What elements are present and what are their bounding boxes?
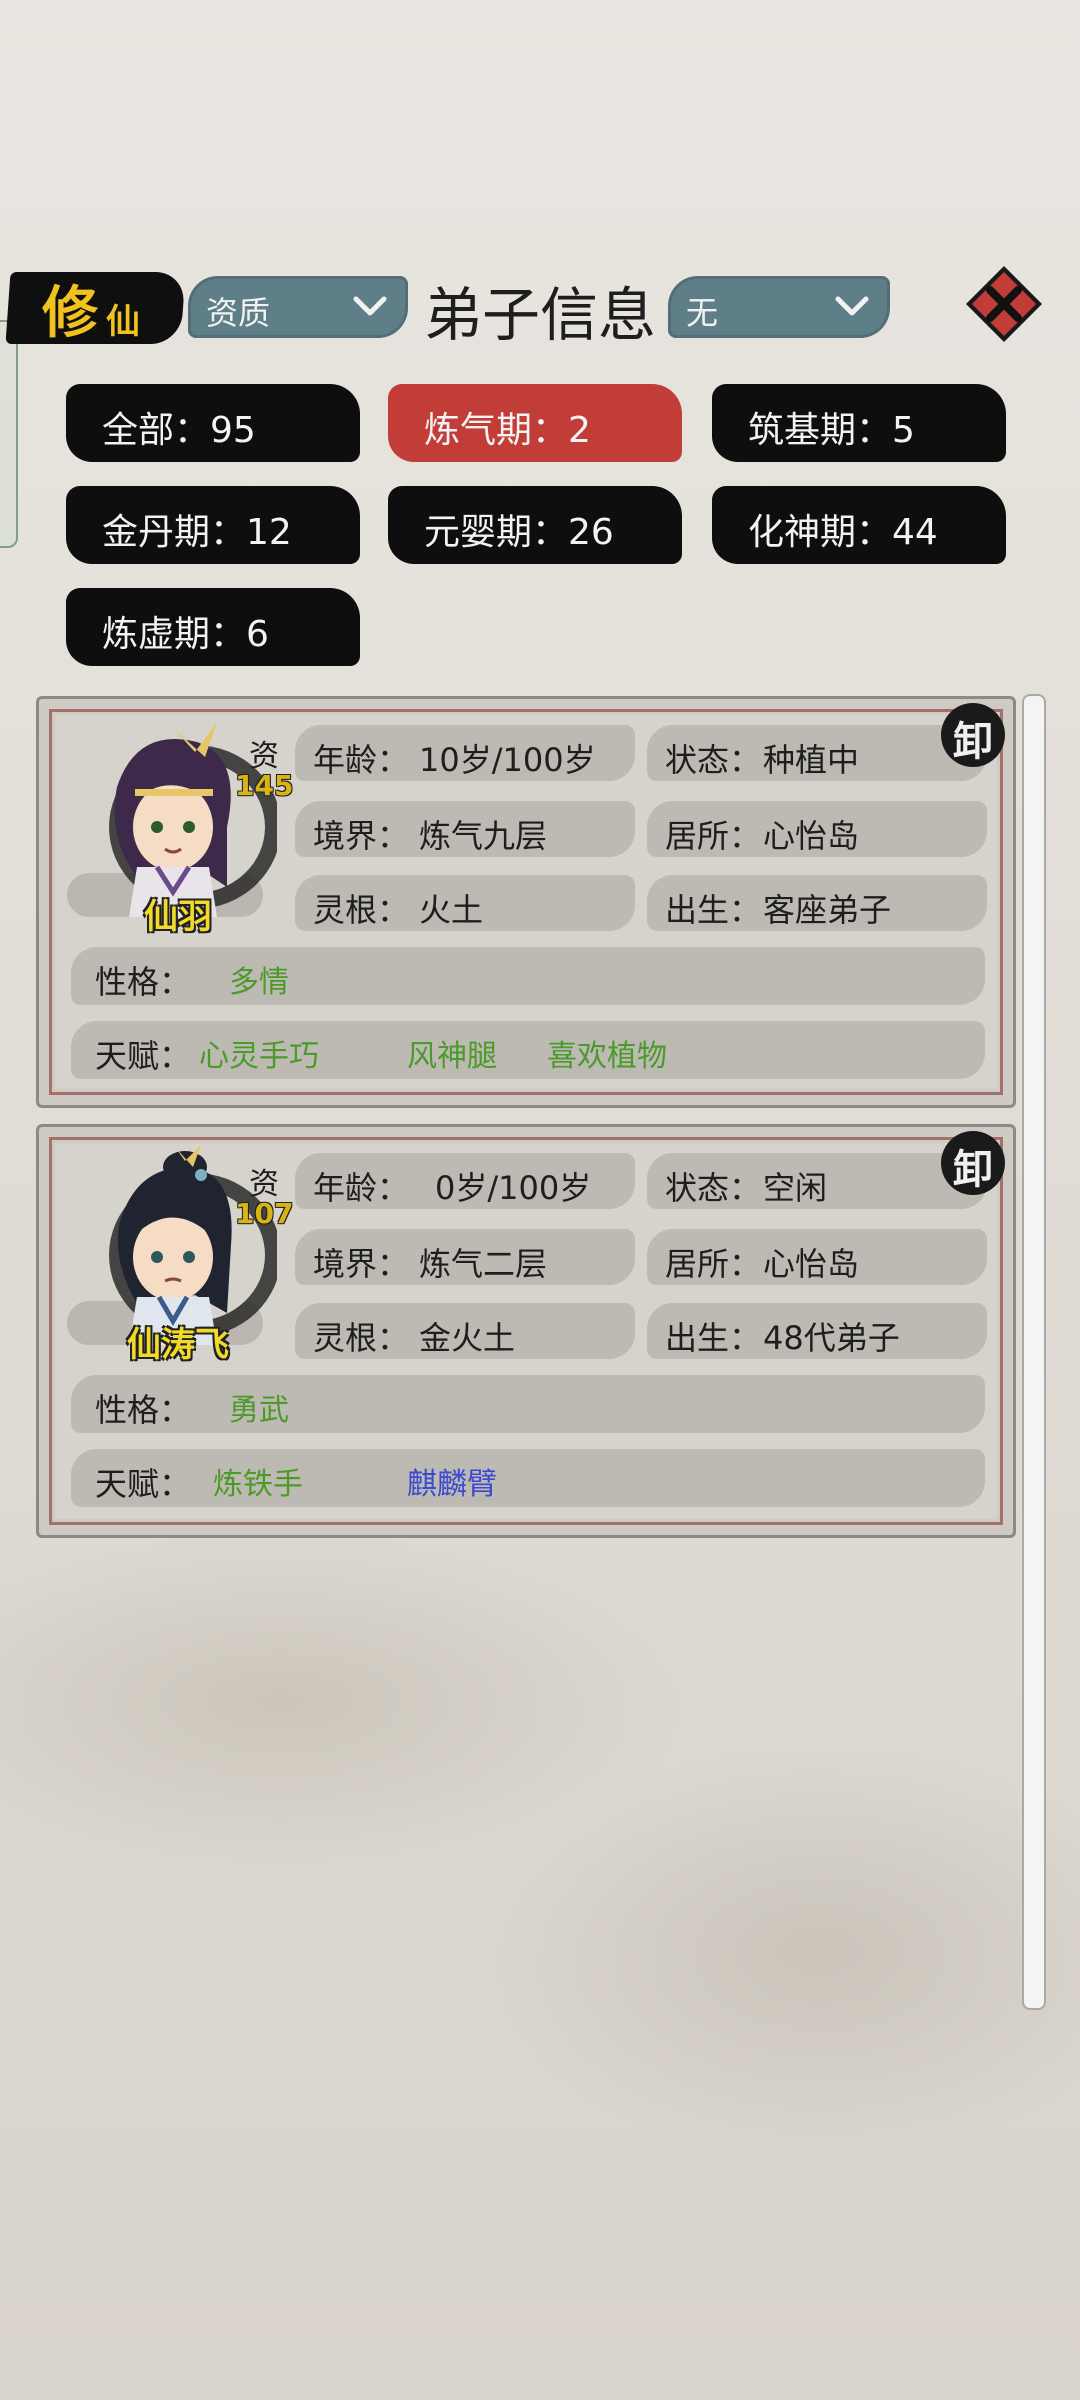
- sort-dropdown[interactable]: 资质: [188, 276, 408, 338]
- personality-label: 性格：: [95, 1391, 192, 1429]
- talent-tag: 心灵手巧: [199, 1039, 319, 1074]
- filter-dropdown-value: 无: [686, 294, 719, 332]
- root-value: 火土: [419, 891, 484, 929]
- root-label: 灵根：: [313, 1319, 410, 1357]
- realm-field: 境界： 炼气二层: [295, 1229, 635, 1285]
- personality-value: 多情: [229, 965, 289, 1000]
- root-label: 灵根：: [313, 891, 410, 929]
- root-field: 灵根： 金火土: [295, 1303, 635, 1359]
- origin-label: 出生：: [665, 1319, 762, 1357]
- age-value: 10岁/100岁: [419, 741, 596, 779]
- talent-tag: 喜欢植物: [547, 1039, 667, 1074]
- talent-row: 天赋： 心灵手巧 风神腿 喜欢植物: [71, 1021, 985, 1079]
- realm-value: 炼气二层: [419, 1245, 548, 1283]
- list-scrollbar[interactable]: [1022, 694, 1046, 2010]
- avatar: [109, 1145, 277, 1345]
- age-value: 0岁/100岁: [435, 1169, 592, 1207]
- residence-label: 居所：: [665, 817, 762, 855]
- age-label: 年龄：: [313, 1169, 410, 1207]
- close-icon[interactable]: [962, 262, 1046, 346]
- disciple-card[interactable]: 资 145 仙羽 年龄： 10岁/100岁 状态： 种植中 境界： 炼气九层 居…: [36, 696, 1016, 1108]
- filter-chip-lianxu[interactable]: 炼虚期：6: [66, 588, 360, 666]
- aptitude-value: 145: [235, 769, 294, 802]
- filter-dropdown[interactable]: 无: [668, 276, 890, 338]
- age-label: 年龄：: [313, 741, 410, 779]
- talent-tag: 风神腿: [407, 1039, 497, 1074]
- unload-seal-button[interactable]: 卸: [941, 1131, 1005, 1195]
- filter-chip-label: 筑基期：5: [748, 410, 915, 451]
- origin-field: 出生： 客座弟子: [647, 875, 987, 931]
- filter-chip-yuanying[interactable]: 元婴期：26: [388, 486, 682, 564]
- origin-label: 出生：: [665, 891, 762, 929]
- origin-value: 客座弟子: [763, 891, 892, 929]
- side-tab-edge[interactable]: [0, 320, 18, 548]
- residence-value: 心怡岛: [763, 817, 860, 855]
- status-field: 状态： 空闲: [647, 1153, 987, 1209]
- filter-chip-label: 全部：95: [102, 410, 256, 451]
- filter-chip-label: 元婴期：26: [424, 512, 614, 553]
- root-value: 金火土: [419, 1319, 516, 1357]
- chevron-down-icon: [835, 296, 869, 316]
- unload-seal-button[interactable]: 卸: [941, 703, 1005, 767]
- filter-chip-zhuji[interactable]: 筑基期：5: [712, 384, 1006, 462]
- residence-field: 居所： 心怡岛: [647, 1229, 987, 1285]
- filter-chip-huashen[interactable]: 化神期：44: [712, 486, 1006, 564]
- disciple-card[interactable]: 资 107 仙涛飞 年龄： 0岁/100岁 状态： 空闲 境界： 炼气二层 居所…: [36, 1124, 1016, 1538]
- age-field: 年龄： 10岁/100岁: [295, 725, 635, 781]
- root-field: 灵根： 火土: [295, 875, 635, 931]
- sort-dropdown-value: 资质: [206, 294, 271, 332]
- filter-chip-label: 炼气期：2: [424, 410, 591, 451]
- status-value: 空闲: [763, 1169, 828, 1207]
- seal-label: 卸: [953, 1147, 993, 1193]
- personality-value: 勇武: [229, 1393, 289, 1428]
- origin-field: 出生： 48代弟子: [647, 1303, 987, 1359]
- filter-chip-label: 金丹期：12: [102, 512, 292, 553]
- status-label: 状态：: [665, 741, 762, 779]
- filter-chip-lianqi[interactable]: 炼气期：2: [388, 384, 682, 462]
- status-value: 种植中: [763, 741, 860, 779]
- talent-row: 天赋： 炼铁手 麒麟臂: [71, 1449, 985, 1507]
- logo-main-text: 修: [42, 281, 98, 346]
- personality-row: 性格： 多情: [71, 947, 985, 1005]
- disciple-name: 仙羽: [144, 897, 212, 937]
- avatar: [109, 722, 277, 917]
- filter-chip-all[interactable]: 全部：95: [66, 384, 360, 462]
- status-label: 状态：: [665, 1169, 762, 1207]
- seal-label: 卸: [953, 719, 993, 765]
- talent-tag: 麒麟臂: [407, 1467, 497, 1502]
- residence-value: 心怡岛: [763, 1245, 860, 1283]
- talent-label: 天赋：: [95, 1465, 192, 1503]
- logo-sub-text: 仙: [106, 302, 140, 342]
- page-title: 弟子信息: [424, 281, 657, 349]
- aptitude-value: 107: [235, 1197, 294, 1230]
- chevron-down-icon: [353, 296, 387, 316]
- filter-chip-label: 炼虚期：6: [102, 614, 269, 655]
- filter-chip-label: 化神期：44: [748, 512, 938, 553]
- realm-label: 境界：: [313, 817, 410, 855]
- realm-label: 境界：: [313, 1245, 410, 1283]
- filter-chip-jindan[interactable]: 金丹期：12: [66, 486, 360, 564]
- realm-value: 炼气九层: [419, 817, 548, 855]
- realm-field: 境界： 炼气九层: [295, 801, 635, 857]
- personality-label: 性格：: [95, 963, 192, 1001]
- residence-label: 居所：: [665, 1245, 762, 1283]
- residence-field: 居所： 心怡岛: [647, 801, 987, 857]
- age-field: 年龄： 0岁/100岁: [295, 1153, 635, 1209]
- talent-tag: 炼铁手: [213, 1467, 303, 1502]
- status-field: 状态： 种植中: [647, 725, 987, 781]
- origin-value: 48代弟子: [763, 1319, 900, 1357]
- personality-row: 性格： 勇武: [71, 1375, 985, 1433]
- disciple-name: 仙涛飞: [127, 1325, 229, 1365]
- talent-label: 天赋：: [95, 1037, 192, 1075]
